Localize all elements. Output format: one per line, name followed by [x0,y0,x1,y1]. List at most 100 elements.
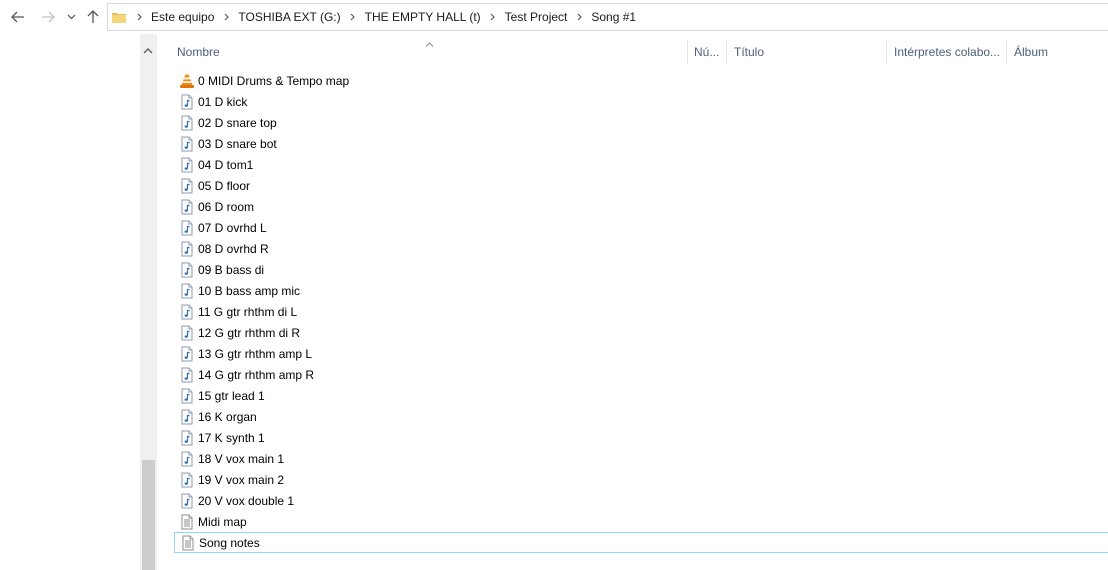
audio-file-icon [179,115,195,131]
breadcrumb-item-este-equipo[interactable]: Este equipo [147,10,218,24]
scrollbar-thumb[interactable] [142,460,155,570]
audio-file-icon [179,241,195,257]
file-name: 13 G gtr rhthm amp L [198,346,313,361]
column-divider[interactable] [687,40,688,64]
file-row[interactable]: 05 D floor [174,175,1108,196]
file-name: 16 K organ [198,409,257,424]
column-header-number[interactable]: Nú... [694,34,724,70]
column-header-name[interactable]: Nombre [177,34,687,70]
folder-icon [112,11,126,23]
audio-file-icon [179,451,195,467]
file-name: 05 D floor [198,178,251,193]
navigation-pane-scrollbar[interactable] [140,34,157,570]
file-name: 18 V vox main 1 [198,451,285,466]
file-name: 20 V vox double 1 [198,493,295,508]
file-name: 19 V vox main 2 [198,472,285,487]
address-toolbar: Este equipo TOSHIBA EXT (G:) THE EMPTY H… [0,0,1108,34]
file-row[interactable]: 16 K organ [174,406,1108,427]
file-name: 01 D kick [198,94,248,109]
chevron-down-icon [67,14,75,20]
file-name: 09 B bass di [198,262,265,277]
vlc-cone-icon [179,73,195,89]
file-row[interactable]: 10 B bass amp mic [174,280,1108,301]
breadcrumb-item-test-project[interactable]: Test Project [501,10,572,24]
file-name: 11 G gtr rhthm di L [198,304,298,319]
audio-file-icon [179,199,195,215]
audio-file-icon [179,388,195,404]
column-header-row: Nombre Nú... Título Intérpretes colabo..… [157,34,1108,70]
file-name: 03 D snare bot [198,136,277,151]
scroll-up-arrow-icon[interactable] [143,43,153,57]
file-name: 02 D snare top [198,115,277,130]
file-row[interactable]: 13 G gtr rhthm amp L [174,343,1108,364]
file-row[interactable]: 07 D ovrhd L [174,217,1108,238]
file-name: Song notes [199,535,260,550]
file-name: 04 D tom1 [198,157,254,172]
audio-file-icon [179,178,195,194]
chevron-right-icon[interactable] [571,13,587,21]
file-name: 06 D room [198,199,255,214]
file-row[interactable]: 06 D room [174,196,1108,217]
audio-file-icon [179,493,195,509]
file-row[interactable]: 18 V vox main 1 [174,448,1108,469]
back-button[interactable] [9,8,27,26]
column-header-title[interactable]: Título [734,34,884,70]
file-row[interactable]: 11 G gtr rhthm di L [174,301,1108,322]
address-bar[interactable]: Este equipo TOSHIBA EXT (G:) THE EMPTY H… [107,3,1108,31]
file-row[interactable]: 0 MIDI Drums & Tempo map [174,70,1108,91]
file-name: Midi map [198,514,247,529]
column-header-artists[interactable]: Intérpretes colabo... [894,34,1006,70]
file-row[interactable]: 03 D snare bot [174,133,1108,154]
breadcrumb: Este equipo TOSHIBA EXT (G:) THE EMPTY H… [131,10,640,24]
file-row[interactable]: Song notes [174,532,1108,553]
file-row[interactable]: 01 D kick [174,91,1108,112]
file-name: 0 MIDI Drums & Tempo map [198,73,350,88]
audio-file-icon [179,283,195,299]
file-row[interactable]: Midi map [174,511,1108,532]
navigation-pane [0,34,140,570]
column-divider[interactable] [1006,40,1007,64]
file-name: 15 gtr lead 1 [198,388,265,403]
file-row[interactable]: 17 K synth 1 [174,427,1108,448]
breadcrumb-item-song[interactable]: Song #1 [587,10,640,24]
column-divider[interactable] [726,40,727,64]
file-name: 14 G gtr rhthm amp R [198,367,315,382]
chevron-right-icon[interactable] [218,13,234,21]
audio-file-icon [179,409,195,425]
chevron-right-icon[interactable] [345,13,361,21]
file-row[interactable]: 20 V vox double 1 [174,490,1108,511]
file-name: 07 D ovrhd L [198,220,267,235]
file-row[interactable]: 15 gtr lead 1 [174,385,1108,406]
audio-file-icon [179,94,195,110]
file-list: 0 MIDI Drums & Tempo map 01 D kick 02 D … [174,70,1108,553]
file-name: 08 D ovrhd R [198,241,269,256]
file-name: 12 G gtr rhthm di R [198,325,301,340]
column-header-album[interactable]: Álbum [1014,34,1104,70]
forward-button[interactable] [39,8,57,26]
recent-locations-button[interactable] [64,8,78,26]
file-name: 17 K synth 1 [198,430,265,445]
audio-file-icon [179,220,195,236]
audio-file-icon [179,157,195,173]
arrow-up-icon [87,10,99,23]
audio-file-icon [179,346,195,362]
text-file-icon [179,514,195,530]
file-name: 10 B bass amp mic [198,283,301,298]
file-row[interactable]: 12 G gtr rhthm di R [174,322,1108,343]
file-row[interactable]: 14 G gtr rhthm amp R [174,364,1108,385]
chevron-right-icon [131,13,147,21]
audio-file-icon [179,430,195,446]
file-row[interactable]: 02 D snare top [174,112,1108,133]
audio-file-icon [179,472,195,488]
file-row[interactable]: 08 D ovrhd R [174,238,1108,259]
column-divider[interactable] [886,40,887,64]
chevron-right-icon[interactable] [485,13,501,21]
breadcrumb-item-empty-hall[interactable]: THE EMPTY HALL (t) [361,10,485,24]
text-file-icon [180,535,196,551]
file-row[interactable]: 04 D tom1 [174,154,1108,175]
breadcrumb-item-drive[interactable]: TOSHIBA EXT (G:) [234,10,344,24]
file-row[interactable]: 19 V vox main 2 [174,469,1108,490]
audio-file-icon [179,136,195,152]
file-row[interactable]: 09 B bass di [174,259,1108,280]
up-button[interactable] [84,8,102,26]
